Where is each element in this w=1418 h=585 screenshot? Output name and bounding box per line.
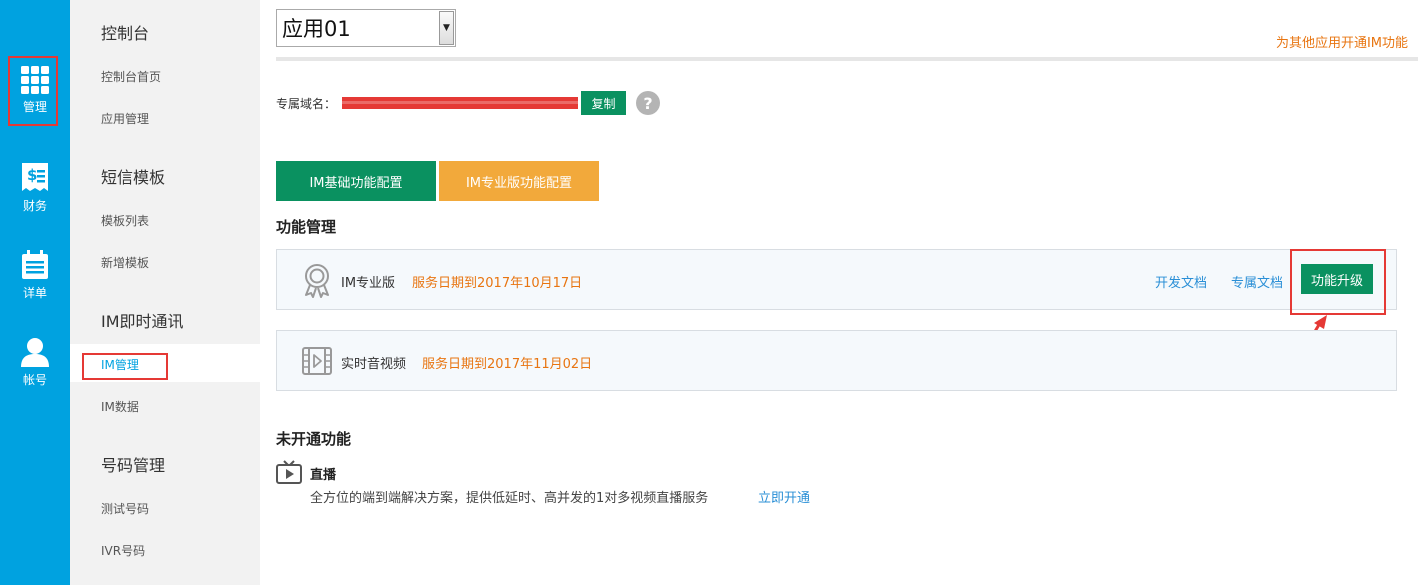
app-select[interactable]: 应用01 ▼ [276, 9, 456, 47]
svg-text:$: $ [27, 166, 37, 184]
receipt-icon: $ [22, 162, 48, 191]
rail-label: 详单 [22, 285, 47, 300]
menu-item-template-list[interactable]: 模板列表 [101, 212, 149, 229]
feature-name: 实时音视频 [341, 357, 407, 372]
menu-item-ivr-number[interactable]: IVR号码 [101, 542, 145, 559]
domain-value-redacted [342, 97, 578, 109]
menu-item-im-data[interactable]: IM数据 [101, 398, 139, 415]
highlight-frame-manage [8, 56, 58, 126]
award-ribbon-icon [305, 264, 329, 298]
copy-button[interactable]: 复制 [581, 91, 626, 115]
app-select-value: 应用01 [282, 17, 351, 41]
feature-service-date: 服务日期到2017年10月17日 [412, 276, 583, 291]
enable-now-link[interactable]: 立即开通 [758, 487, 810, 506]
live-feature-desc: 全方位的端到端解决方案，提供低延时、高并发的1对多视频直播服务 [310, 491, 709, 506]
menu-item-new-template[interactable]: 新增模板 [101, 254, 149, 271]
enable-im-other-apps-link[interactable]: 为其他应用开通IM功能 [1276, 32, 1408, 51]
calendar-list-icon [22, 249, 48, 279]
section-title-not-opened: 未开通功能 [276, 430, 352, 448]
menu-item-console-home[interactable]: 控制台首页 [101, 68, 161, 85]
feature-card-realtime-av: 实时音视频 服务日期到2017年11月02日 [276, 330, 1397, 391]
help-icon[interactable]: ? [636, 91, 660, 115]
rail-item-details[interactable]: 详单 [0, 240, 70, 310]
section-title-managed: 功能管理 [276, 218, 337, 236]
live-feature-title: 直播 [310, 468, 337, 483]
rail-item-account[interactable]: 帐号 [0, 327, 70, 397]
highlight-frame-im-manage [82, 353, 168, 380]
menu-group-console: 控制台 [101, 24, 150, 43]
tab-im-basic-config[interactable]: IM基础功能配置 [276, 161, 436, 201]
menu-group-im: IM即时通讯 [101, 312, 184, 331]
rail-item-finance[interactable]: $ 财务 [0, 153, 70, 223]
feature-service-date: 服务日期到2017年11月02日 [422, 357, 593, 372]
menu-group-number-manage: 号码管理 [101, 456, 166, 475]
domain-label: 专属域名： [276, 97, 337, 111]
video-film-icon [302, 347, 332, 375]
menu-item-app-manage[interactable]: 应用管理 [101, 110, 149, 127]
chevron-down-icon[interactable]: ▼ [439, 11, 454, 45]
header-divider [276, 57, 1418, 61]
feature-card-im-pro: IM专业版 服务日期到2017年10月17日 开发文档 专属文档 功能升级 [276, 249, 1397, 310]
exclusive-docs-link[interactable]: 专属文档 [1231, 272, 1283, 291]
menu-item-test-number[interactable]: 测试号码 [101, 500, 149, 517]
tv-play-icon [276, 460, 302, 484]
menu-group-sms-template: 短信模板 [101, 168, 166, 187]
feature-name: IM专业版 [341, 276, 396, 291]
user-icon [21, 337, 49, 367]
rail-label: 财务 [22, 198, 47, 213]
highlight-frame-upgrade [1290, 249, 1386, 315]
dev-docs-link[interactable]: 开发文档 [1155, 272, 1207, 291]
rail-label: 帐号 [22, 372, 47, 387]
tab-im-pro-config[interactable]: IM专业版功能配置 [439, 161, 599, 201]
sub-menu: 控制台 控制台首页 应用管理 短信模板 模板列表 新增模板 IM即时通讯 IM管… [70, 0, 260, 585]
